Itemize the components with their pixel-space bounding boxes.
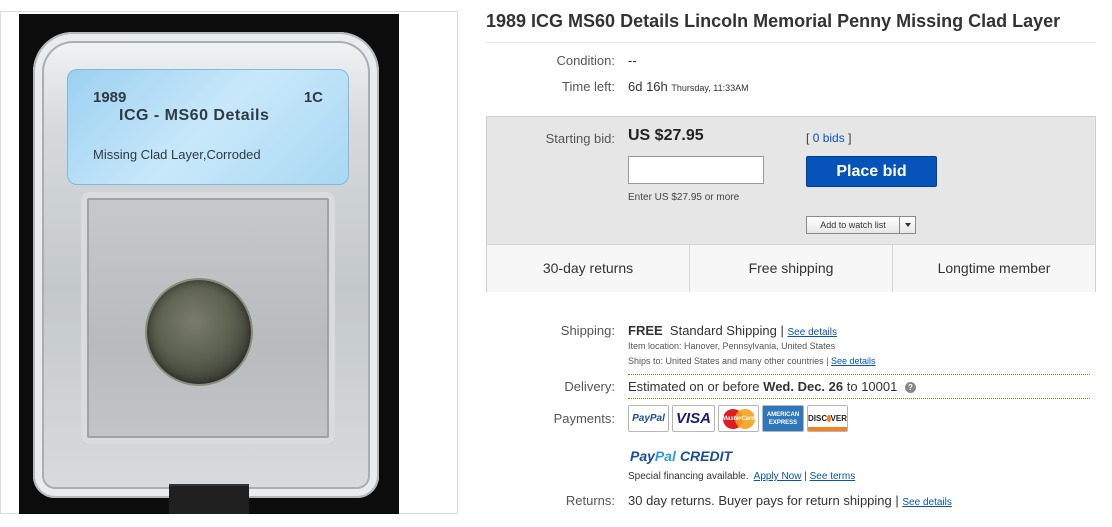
shipping-method: Standard Shipping |: [669, 323, 784, 338]
visa-card-text: VISA: [675, 410, 711, 427]
time-left-duration: 6d 16h: [628, 79, 668, 94]
item-location: Item location: Hanover, Pennsylvania, Un…: [628, 341, 836, 351]
bid-count-link[interactable]: 0 bids: [813, 131, 845, 145]
time-left-end: Thursday, 11:33AM: [671, 83, 749, 93]
amex-card-text-1: AMERICAN: [766, 411, 800, 418]
product-image[interactable]: 1989 1C ICG - MS60 Details Missing Clad …: [19, 14, 399, 514]
paypal-card-icon: PayPal: [628, 405, 669, 432]
slab-label-grade: ICG - MS60 Details: [119, 107, 270, 124]
watch-list-label[interactable]: Add to watch list: [807, 217, 899, 233]
mastercard-card-icon: MasterCard: [718, 405, 759, 432]
feature-free-shipping: Free shipping: [689, 245, 892, 292]
bid-count-open: [: [806, 131, 810, 145]
display-stand: [169, 484, 249, 514]
see-terms-link[interactable]: See terms: [810, 471, 856, 482]
chevron-down-icon[interactable]: [899, 217, 915, 233]
mastercard-card-text: MasterCard: [721, 415, 755, 422]
amex-card-icon: AMERICAN EXPRESS: [762, 405, 804, 432]
time-left-value: 6d 16h Thursday, 11:33AM: [628, 79, 749, 94]
returns-text: 30 day returns. Buyer pays for return sh…: [628, 493, 899, 508]
feature-returns: 30-day returns: [542, 260, 634, 276]
delivery-label: Delivery:: [564, 379, 615, 394]
shipping-label: Shipping:: [560, 323, 615, 338]
returns-value: 30 day returns. Buyer pays for return sh…: [628, 493, 952, 508]
delivery-value: Estimated on or before Wed. Dec. 26 to 1…: [628, 379, 916, 394]
bid-count: [ 0 bids ]: [806, 131, 851, 145]
condition-label: Condition:: [556, 53, 615, 68]
amex-card-text-2: EXPRESS: [768, 419, 798, 426]
feature-longtime-member: Longtime member: [892, 245, 1095, 292]
product-image-frame[interactable]: 1989 1C ICG - MS60 Details Missing Clad …: [0, 11, 458, 514]
bid-count-close: ]: [848, 131, 852, 145]
ships-to-text: Ships to: United States and many other c…: [628, 356, 829, 366]
paypal-credit-logo-pal: Pal: [654, 448, 676, 464]
delivery-zip: to 10001: [846, 379, 898, 394]
financing-separator: |: [804, 471, 807, 482]
slab-label: 1989 1C ICG - MS60 Details Missing Clad …: [67, 69, 349, 185]
shipping-value: FREE Standard Shipping | See details: [628, 323, 837, 338]
financing-text: Special financing available.: [628, 471, 749, 482]
starting-bid-price: US $27.95: [628, 127, 704, 144]
slab-label-year: 1989: [93, 89, 127, 106]
add-to-watch-list-button[interactable]: Add to watch list: [806, 216, 916, 234]
shipping-details-link[interactable]: See details: [788, 327, 837, 338]
discover-card-icon: DISC VER: [807, 405, 848, 432]
place-bid-button[interactable]: Place bid: [806, 156, 937, 187]
delivery-divider-top: [628, 374, 1090, 375]
financing-row: Special financing available. Apply Now |…: [628, 471, 855, 482]
penny-coin: [147, 280, 251, 384]
ships-to-details-link[interactable]: See details: [831, 356, 876, 366]
paypal-credit-logo-credit: CREDIT: [679, 448, 733, 464]
listing-title: 1989 ICG MS60 Details Lincoln Memorial P…: [486, 11, 1061, 31]
title-divider: [486, 42, 1096, 43]
delivery-prefix: Estimated on or before: [628, 379, 760, 394]
feature-strip: 30-day returns Free shipping Longtime me…: [487, 244, 1095, 292]
returns-details-link[interactable]: See details: [902, 497, 951, 508]
visa-card-icon: VISA: [672, 405, 715, 432]
delivery-divider-bottom: [628, 398, 1090, 399]
shipping-cost: FREE: [628, 323, 663, 338]
delivery-date: Wed. Dec. 26: [763, 379, 844, 394]
paypal-credit-logo-pay: Pay: [630, 448, 655, 464]
help-icon[interactable]: ?: [904, 382, 916, 394]
slab-label-denomination: 1C: [303, 89, 323, 106]
starting-bid-label: Starting bid:: [545, 131, 615, 146]
returns-label: Returns:: [565, 493, 615, 508]
apply-now-link[interactable]: Apply Now: [754, 471, 802, 482]
discover-card-text-2: VER: [830, 414, 847, 423]
paypal-card-text: PayPal: [632, 413, 665, 424]
bid-hint: Enter US $27.95 or more: [628, 192, 740, 203]
discover-card-text-1: DISC: [808, 414, 828, 423]
slab-label-note: Missing Clad Layer,Corroded: [93, 147, 261, 162]
condition-value: --: [628, 53, 637, 68]
payments-label: Payments:: [553, 411, 615, 426]
time-left-label: Time left:: [562, 79, 615, 94]
ships-to: Ships to: United States and many other c…: [628, 356, 876, 366]
bid-amount-input[interactable]: [628, 156, 764, 184]
paypal-credit-logo: PayPal CREDIT: [630, 448, 732, 464]
